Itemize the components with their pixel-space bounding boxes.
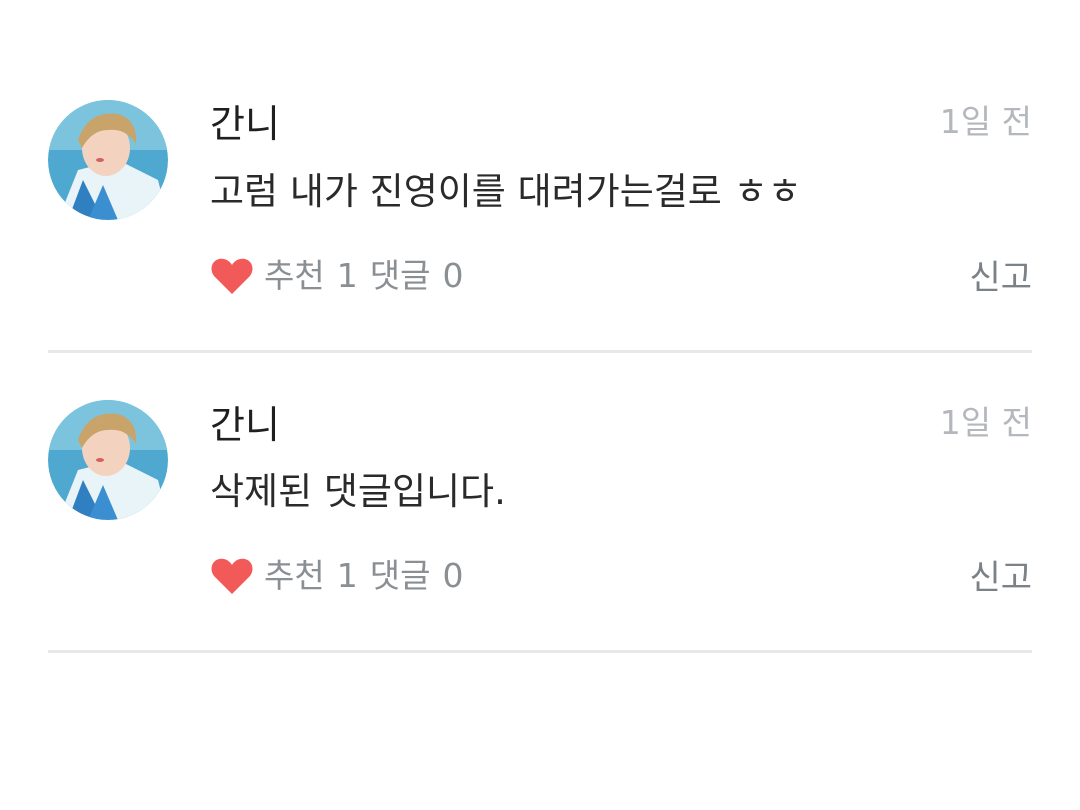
reply-count: 0 xyxy=(442,556,464,595)
avatar-image xyxy=(48,400,168,520)
like-count: 1 xyxy=(336,256,358,295)
reply-label[interactable]: 댓글 xyxy=(370,256,431,296)
comment-author[interactable]: 간니 xyxy=(210,403,280,447)
comment-item: 간니 1일 전 고럼 내가 진영이를 대려가는걸로 ㅎㅎ 추천 1 댓글 0 신… xyxy=(48,0,1032,353)
comment-author[interactable]: 간니 xyxy=(210,102,280,146)
comment-list: 간니 1일 전 고럼 내가 진영이를 대려가는걸로 ㅎㅎ 추천 1 댓글 0 신… xyxy=(48,0,1032,653)
avatar[interactable] xyxy=(48,400,168,520)
comment-actions: 추천 1 댓글 0 xyxy=(210,256,463,296)
comment-text: 고럼 내가 진영이를 대려가는걸로 ㅎㅎ xyxy=(210,170,802,213)
comment-item: 간니 1일 전 삭제된 댓글입니다. 추천 1 댓글 0 신고 xyxy=(48,353,1032,653)
avatar[interactable] xyxy=(48,100,168,220)
like-label[interactable]: 추천 xyxy=(264,556,325,596)
comment-actions: 추천 1 댓글 0 xyxy=(210,556,463,596)
comment-time: 1일 전 xyxy=(939,403,1032,442)
report-button[interactable]: 신고 xyxy=(969,558,1032,598)
report-button[interactable]: 신고 xyxy=(969,258,1032,298)
avatar-image xyxy=(48,100,168,220)
like-label[interactable]: 추천 xyxy=(264,256,325,296)
comment-text: 삭제된 댓글입니다. xyxy=(210,470,506,513)
like-count: 1 xyxy=(336,556,358,595)
comment-time: 1일 전 xyxy=(939,102,1032,141)
heart-icon[interactable] xyxy=(210,556,254,596)
reply-label[interactable]: 댓글 xyxy=(370,556,431,596)
reply-count: 0 xyxy=(442,256,464,295)
heart-icon[interactable] xyxy=(210,256,254,296)
